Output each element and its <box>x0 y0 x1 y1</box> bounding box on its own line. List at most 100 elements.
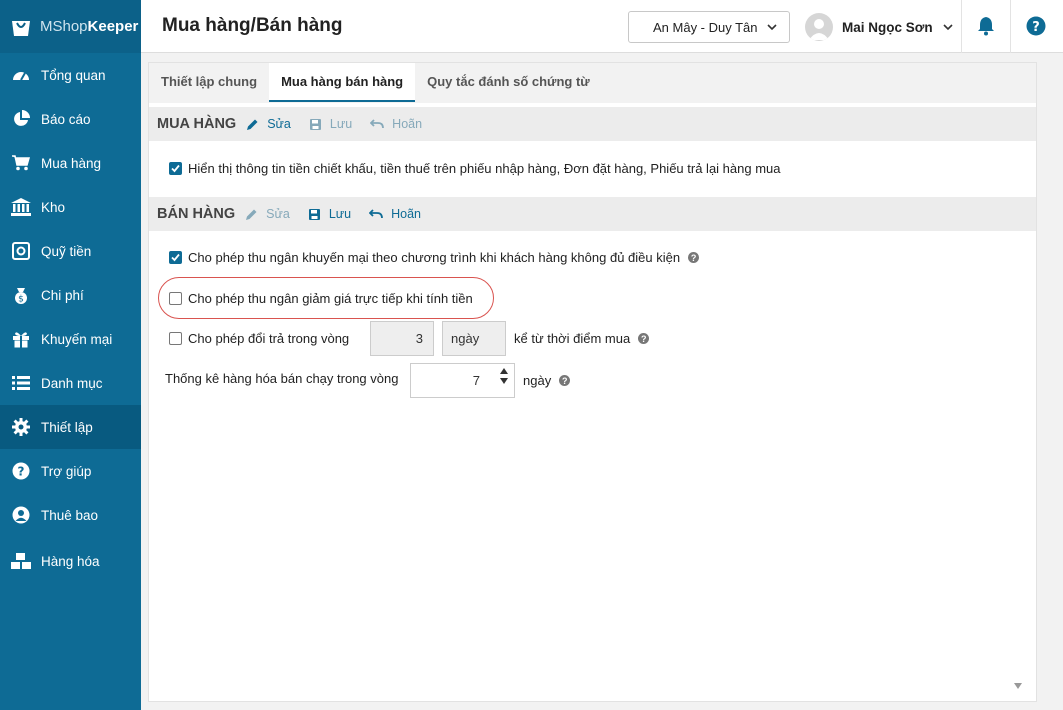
sidebar-item-label: Quỹ tiền <box>41 243 92 259</box>
chevron-down-icon <box>767 24 777 31</box>
purchase-cancel-button[interactable]: Hoãn <box>370 117 422 131</box>
scroll-down-icon[interactable] <box>1014 683 1022 689</box>
pie-chart-icon <box>11 109 31 129</box>
dashboard-icon <box>11 65 31 85</box>
sidebar-item-label: Chi phí <box>41 287 84 303</box>
bestseller-unit: ngày <box>523 373 552 388</box>
gift-icon <box>11 329 31 349</box>
sales-direct-discount-option[interactable]: Cho phép thu ngân giảm giá trực tiếp khi… <box>169 291 473 306</box>
sidebar-item-label: Thiết lập <box>41 419 93 435</box>
bag-icon <box>12 20 30 36</box>
save-icon <box>308 208 320 220</box>
sidebar-item-label: Kho <box>41 199 66 215</box>
user-icon <box>11 505 31 525</box>
decrement-icon[interactable] <box>500 378 508 384</box>
increment-icon[interactable] <box>500 368 508 374</box>
tab-purchase-sales[interactable]: Mua hàng bán hàng <box>269 63 416 102</box>
option-label: Cho phép đổi trả trong vòng <box>188 331 350 346</box>
chevron-down-icon <box>943 24 953 31</box>
bestseller-label: Thống kê hàng hóa bán chạy trong vòng <box>165 371 399 386</box>
option-label: Cho phép thu ngân giảm giá trực tiếp khi… <box>188 291 473 306</box>
sales-promo-option[interactable]: Cho phép thu ngân khuyến mại theo chương… <box>169 250 700 265</box>
avatar <box>805 13 833 41</box>
user-menu[interactable]: Mai Ngọc Sơn <box>805 12 953 42</box>
bank-icon <box>11 197 31 217</box>
list-icon <box>11 373 31 393</box>
sales-return-option[interactable]: Cho phép đổi trả trong vòng 3 ngày kể từ… <box>169 321 650 356</box>
sales-section-title: BÁN HÀNG <box>157 206 236 222</box>
sidebar-item-label: Báo cáo <box>41 111 91 127</box>
purchase-edit-button[interactable]: Sửa <box>246 117 291 131</box>
checkbox-checked[interactable] <box>169 251 182 264</box>
checkbox-unchecked[interactable] <box>169 292 182 305</box>
stepper-value: 7 <box>472 373 480 388</box>
sidebar-item-label: Tổng quan <box>41 67 106 83</box>
brand-logo[interactable]: MShopKeeper <box>0 0 141 53</box>
svg-text:?: ? <box>18 465 25 479</box>
sidebar: MShopKeeper Tổng quan Báo cáo Mua hàng K… <box>0 0 141 710</box>
sidebar-item-label: Danh mục <box>41 375 103 391</box>
sidebar-item-tro-giup[interactable]: ? Trợ giúp <box>0 449 141 493</box>
store-select[interactable]: An Mây - Duy Tân <box>628 11 790 43</box>
sales-save-button[interactable]: Lưu <box>308 207 351 221</box>
page-title: Mua hàng/Bán hàng <box>162 15 343 36</box>
sidebar-item-label: Mua hàng <box>41 155 102 171</box>
sidebar-item-mua-hang[interactable]: Mua hàng <box>0 141 141 185</box>
bestseller-stats-row: Thống kê hàng hóa bán chạy trong vòng 7 … <box>165 363 571 398</box>
checkbox-unchecked[interactable] <box>169 332 182 345</box>
sidebar-item-tong-quan[interactable]: Tổng quan <box>0 53 141 97</box>
pencil-icon <box>246 209 257 220</box>
info-icon[interactable]: ? <box>638 333 650 344</box>
tab-numbering[interactable]: Quy tắc đánh số chứng từ <box>415 63 602 102</box>
svg-text:?: ? <box>1032 20 1040 35</box>
divider <box>961 0 962 53</box>
info-icon[interactable]: ? <box>688 252 700 263</box>
info-icon[interactable]: ? <box>559 375 571 386</box>
option-label: Hiển thị thông tin tiền chiết khấu, tiền… <box>188 161 781 176</box>
notification-bell-icon[interactable] <box>977 16 995 39</box>
top-header: Mua hàng/Bán hàng An Mây - Duy Tân Mai N… <box>141 0 1063 53</box>
pencil-icon <box>247 119 258 130</box>
question-icon: ? <box>11 461 31 481</box>
option-label: Cho phép thu ngân khuyến mại theo chương… <box>188 250 681 265</box>
return-unit-select[interactable]: ngày <box>442 321 506 356</box>
help-icon[interactable]: ? <box>1026 16 1046 39</box>
tab-bar: Thiết lập chung Mua hàng bán hàng Quy tắ… <box>149 63 1036 103</box>
save-icon <box>309 118 321 130</box>
sidebar-item-thiet-lap[interactable]: Thiết lập <box>0 405 141 449</box>
purchase-save-button[interactable]: Lưu <box>309 117 352 131</box>
brand-name: MShopKeeper <box>40 18 139 35</box>
sidebar-item-khuyen-mai[interactable]: Khuyến mại <box>0 317 141 361</box>
cart-icon <box>11 153 31 173</box>
bestseller-days-stepper[interactable]: 7 <box>410 363 515 398</box>
gear-icon <box>11 417 31 437</box>
svg-text:$: $ <box>18 295 24 305</box>
money-icon: $ <box>11 285 31 305</box>
sidebar-item-danh-muc[interactable]: Danh mục <box>0 361 141 405</box>
sidebar-item-chi-phi[interactable]: $ Chi phí <box>0 273 141 317</box>
return-suffix-label: kể từ thời điểm mua <box>514 331 631 346</box>
sidebar-item-label: Hàng hóa <box>41 553 100 569</box>
sidebar-item-quy-tien[interactable]: Quỹ tiền <box>0 229 141 273</box>
purchase-show-discount-option[interactable]: Hiển thị thông tin tiền chiết khấu, tiền… <box>169 161 781 176</box>
safe-icon <box>11 241 31 261</box>
purchase-section-title: MUA HÀNG <box>157 116 237 132</box>
sales-cancel-button[interactable]: Hoãn <box>369 207 421 221</box>
sidebar-item-label: Thuê bao <box>41 507 99 523</box>
sidebar-item-label: Trợ giúp <box>41 463 92 479</box>
purchase-section-header: MUA HÀNG Sửa Lưu Hoãn <box>149 107 1036 141</box>
undo-icon <box>370 119 385 129</box>
sidebar-item-hang-hoa[interactable]: Hàng hóa <box>0 539 141 583</box>
sales-edit-button[interactable]: Sửa <box>245 207 290 221</box>
boxes-icon <box>11 551 31 571</box>
divider <box>1010 0 1011 53</box>
store-name: An Mây - Duy Tân <box>653 19 758 35</box>
sales-section-header: BÁN HÀNG Sửa Lưu Hoãn <box>149 197 1036 231</box>
checkbox-checked[interactable] <box>169 162 182 175</box>
tab-general[interactable]: Thiết lập chung <box>149 63 269 102</box>
sidebar-item-bao-cao[interactable]: Báo cáo <box>0 97 141 141</box>
return-days-input[interactable]: 3 <box>370 321 434 356</box>
sidebar-item-thue-bao[interactable]: Thuê bao <box>0 493 141 537</box>
user-name: Mai Ngọc Sơn <box>842 19 933 35</box>
sidebar-item-kho[interactable]: Kho <box>0 185 141 229</box>
